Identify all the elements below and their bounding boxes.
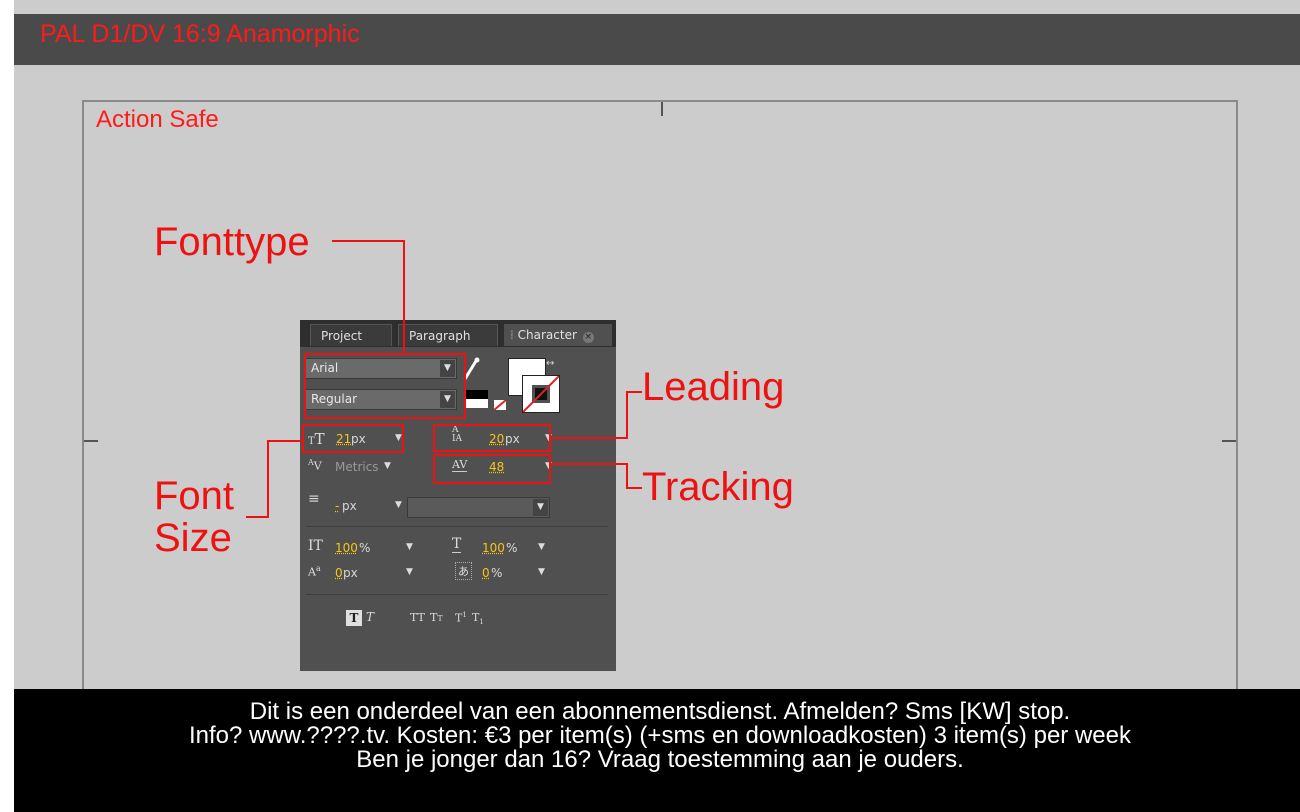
leading-leader-v: [626, 391, 628, 438]
center-tick-right: [1222, 440, 1236, 442]
drag-grip-icon[interactable]: ⁞: [510, 328, 514, 342]
kerning-dropdown-icon[interactable]: ▼: [384, 461, 391, 471]
stroke-width-unit: px: [342, 499, 357, 513]
kerning-icon: AV: [308, 458, 322, 473]
horizontal-scale-value[interactable]: 100: [482, 541, 505, 555]
swap-colors-icon[interactable]: ↔: [546, 358, 554, 369]
leading-leader-h-top: [626, 391, 642, 393]
kerning-value[interactable]: Metrics: [335, 460, 379, 474]
small-caps-icon[interactable]: TT: [430, 611, 443, 624]
baseline-shift-dropdown-icon[interactable]: ▼: [406, 567, 413, 577]
stroke-width-value[interactable]: -: [335, 499, 339, 513]
tracking-highlight-box: [433, 454, 551, 484]
tab-paragraph-label: Paragraph: [409, 329, 471, 343]
baseline-shift-icon: Aa: [308, 564, 321, 579]
tsume-unit: %: [491, 566, 503, 580]
close-icon[interactable]: ×: [582, 332, 594, 343]
center-tick-left: [84, 440, 98, 442]
fonttype-highlight-box: [304, 353, 466, 419]
tab-project-label: Project: [321, 329, 363, 343]
stroke-width-icon: ≡: [308, 491, 320, 507]
fonttype-leader-h: [332, 240, 405, 242]
action-safe-label: Action Safe: [96, 106, 219, 133]
vertical-scale-dropdown-icon[interactable]: ▼: [406, 542, 413, 552]
panel-tab-bar: Project Paragraph ⁞ Character ×: [300, 320, 616, 347]
baseline-shift-value[interactable]: 0: [335, 566, 343, 580]
horizontal-scale-dropdown-icon[interactable]: ▼: [538, 542, 545, 552]
stroke-color-swatch[interactable]: [522, 375, 560, 413]
chevron-down-icon: ▼: [533, 499, 548, 516]
tab-paragraph[interactable]: Paragraph: [398, 324, 498, 346]
composition-title-bar: PAL D1/DV 16:9 Anamorphic: [14, 14, 1300, 65]
fonttype-callout: Fonttype: [154, 220, 310, 264]
tracking-leader-h-bottom: [626, 487, 642, 489]
panel-separator: [306, 594, 608, 595]
composition-title: PAL D1/DV 16:9 Anamorphic: [40, 20, 360, 48]
subtitle-text: Dit is een onderdeel van een abonnements…: [82, 700, 1238, 772]
horizontal-scale-unit: %: [506, 541, 518, 555]
leading-leader-h-bottom: [551, 437, 628, 439]
baseline-shift-unit: px: [343, 566, 358, 580]
panel-separator: [306, 526, 608, 527]
tab-character[interactable]: ⁞ Character ×: [504, 324, 612, 346]
composition-frame: PAL D1/DV 16:9 Anamorphic Action Safe Pr…: [14, 0, 1300, 812]
faux-bold-icon[interactable]: T: [346, 610, 362, 626]
font-size-callout-line2: Size: [154, 516, 232, 560]
font-size-leader-h-top: [267, 440, 303, 442]
subtitle-line-3: Ben je jonger dan 16? Vraag toestemming …: [356, 746, 964, 773]
tracking-callout: Tracking: [642, 465, 794, 509]
font-size-leader-v: [267, 440, 269, 518]
leading-highlight-box: [433, 424, 551, 452]
tsume-icon: あ: [455, 562, 472, 580]
stroke-width-dropdown-icon[interactable]: ▼: [395, 500, 402, 510]
font-size-callout-line1: Font: [154, 474, 235, 518]
horizontal-scale-icon: T: [452, 536, 462, 553]
tab-character-label: Character: [517, 328, 577, 342]
no-color-icon[interactable]: [494, 400, 506, 410]
vertical-scale-unit: %: [359, 541, 371, 555]
tsume-dropdown-icon[interactable]: ▼: [538, 567, 545, 577]
action-safe-guide: [82, 100, 1238, 782]
tsume-value[interactable]: 0: [482, 566, 490, 580]
subtitle-line-2: Info? www.????.tv. Kosten: €3 per item(s…: [189, 722, 1131, 749]
subscript-icon[interactable]: T1: [472, 611, 484, 626]
font-size-leader-h-bottom: [246, 516, 269, 518]
all-caps-icon[interactable]: TT: [410, 611, 425, 624]
tracking-leader-v: [626, 463, 628, 489]
fonttype-leader-v: [403, 240, 405, 353]
leading-callout: Leading: [642, 365, 785, 409]
superscript-icon[interactable]: T1: [455, 611, 467, 625]
vertical-scale-icon: IT: [308, 538, 323, 554]
stroke-style-dropdown[interactable]: ▼: [407, 497, 550, 518]
vertical-scale-value[interactable]: 100: [335, 541, 358, 555]
center-tick-top: [661, 102, 663, 116]
black-white-default-icon[interactable]: [466, 390, 488, 408]
subtitle-line-1: Dit is een onderdeel van een abonnements…: [249, 698, 1071, 725]
tracking-leader-h-top: [551, 463, 628, 465]
tab-project[interactable]: Project: [310, 324, 392, 346]
font-size-highlight-box: [302, 424, 404, 453]
faux-italic-icon[interactable]: T: [366, 610, 374, 624]
